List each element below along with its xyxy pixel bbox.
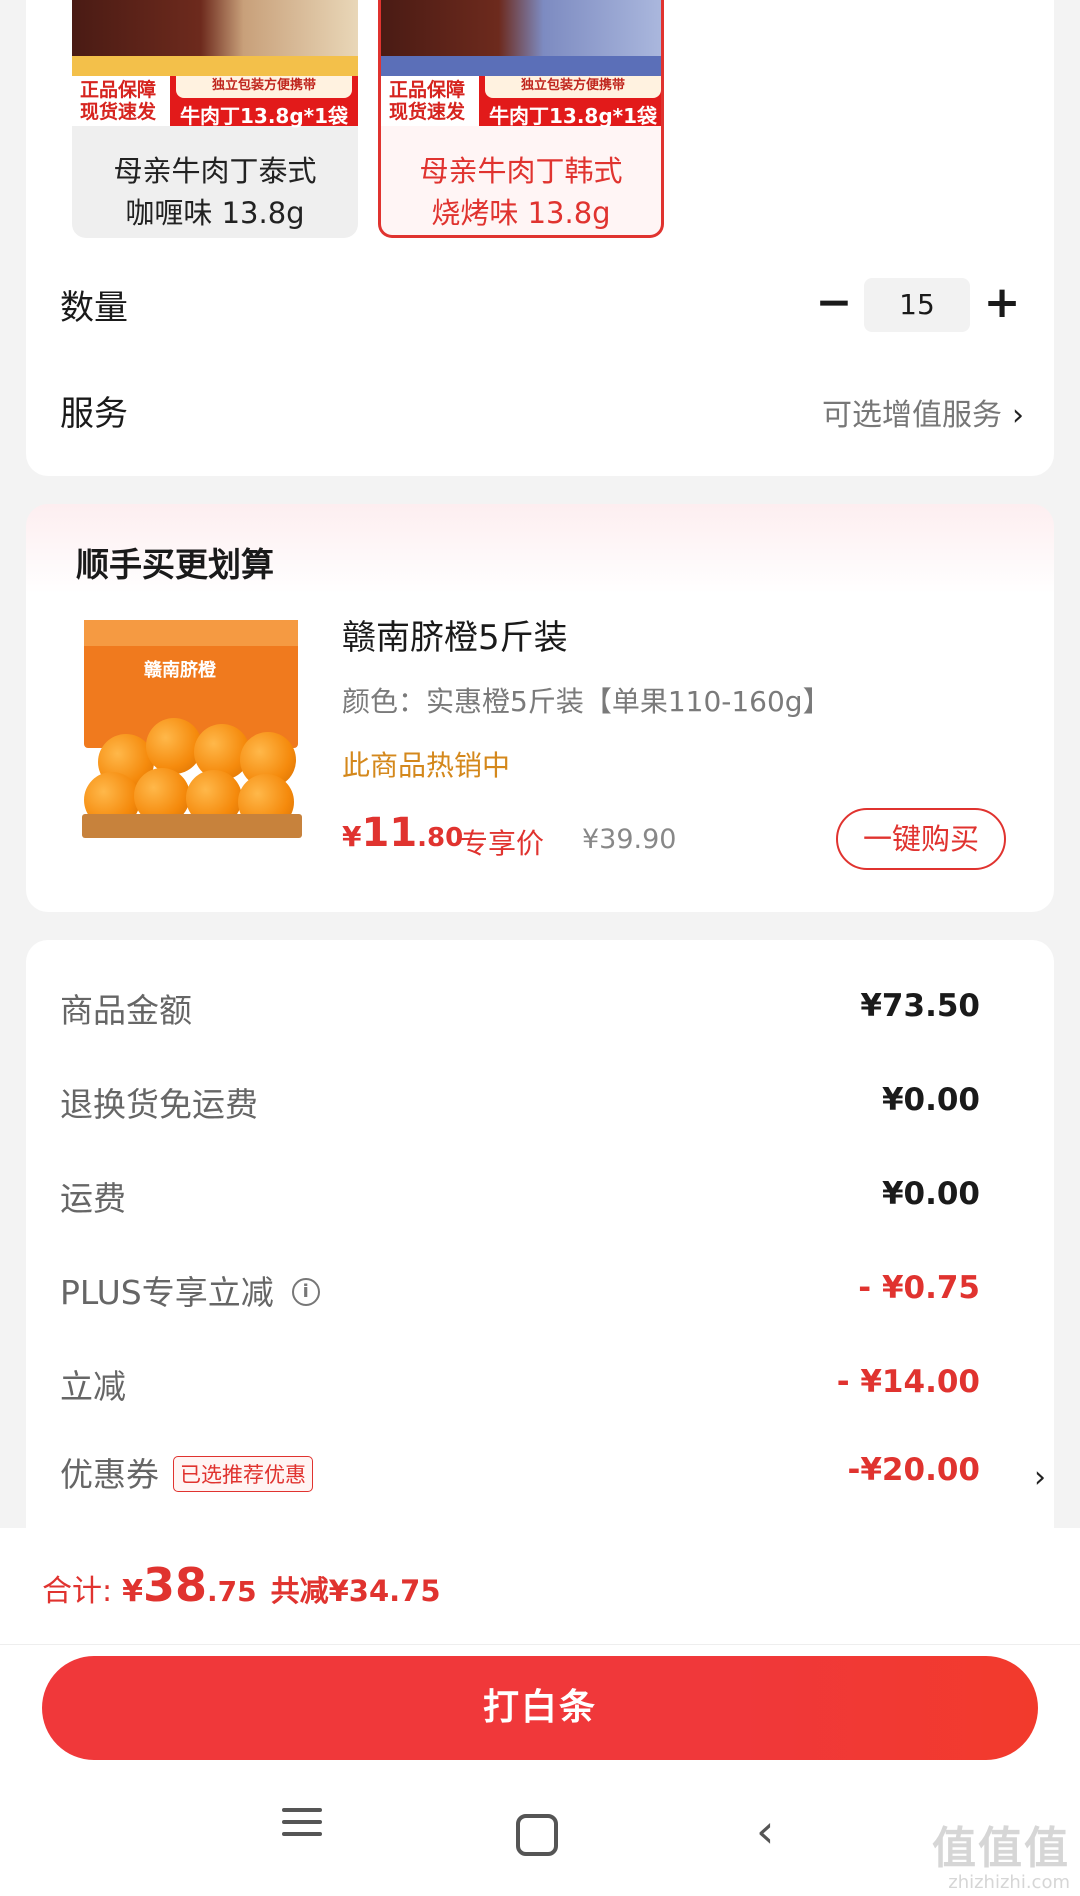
coupon-recommended-tag: 已选推荐优惠 bbox=[173, 1455, 313, 1492]
recommended-product-spec: 颜色：实惠橙5斤装【单果110-160g】 bbox=[342, 685, 831, 718]
recommended-product-name[interactable]: 赣南脐橙5斤装 bbox=[342, 610, 568, 659]
total-label: 合计: bbox=[42, 1574, 113, 1609]
quantity-decrease-button[interactable]: − bbox=[814, 280, 854, 330]
price-decimal: .80 bbox=[417, 823, 464, 853]
variant-name-line-2: 咖喱味 13.8g bbox=[125, 196, 305, 230]
recommendation-title: 顺手买更划算 bbox=[76, 545, 274, 584]
plus-discount-label: PLUS专享立减 bbox=[60, 1273, 274, 1312]
price-label: 优惠券 已选推荐优惠 bbox=[60, 1448, 313, 1496]
price-row-free-return: 退换货免运费 ¥0.00 bbox=[60, 1078, 980, 1128]
total-integer: 38 bbox=[142, 1558, 207, 1612]
spec-strip: 独立包装方便携带 牛肉丁13.8g*1袋 bbox=[170, 76, 358, 128]
variant-name: 母亲牛肉丁韩式 烧烤味 13.8g bbox=[381, 150, 661, 234]
quantity-increase-button[interactable]: + bbox=[982, 280, 1022, 330]
one-click-buy-button[interactable]: 一键购买 bbox=[836, 808, 1006, 870]
quantity-input[interactable]: 15 bbox=[864, 278, 970, 332]
price-symbol: ¥ bbox=[342, 820, 362, 853]
variant-thumbnail: 正品保障 现货速发 独立包装方便携带 牛肉丁13.8g*1袋 bbox=[381, 0, 661, 128]
price-label: PLUS专享立减 i bbox=[60, 1266, 320, 1314]
home-icon[interactable] bbox=[516, 1814, 558, 1856]
original-price: ¥39.90 bbox=[582, 824, 677, 855]
hot-selling-note: 此商品热销中 bbox=[342, 749, 511, 782]
quantity-label: 数量 bbox=[60, 288, 128, 328]
price-value: - ¥0.75 bbox=[858, 1270, 980, 1306]
chevron-right-icon: › bbox=[1012, 398, 1024, 433]
pack-note-text: 独立包装方便携带 bbox=[211, 78, 316, 93]
variant-name: 母亲牛肉丁泰式 咖喱味 13.8g bbox=[72, 150, 358, 234]
price-integer: 11 bbox=[361, 810, 418, 856]
service-label: 服务 bbox=[60, 394, 128, 434]
price-label: 立减 bbox=[60, 1367, 126, 1406]
service-selector[interactable]: 可选增值服务 › bbox=[822, 390, 1024, 434]
price-row-coupon[interactable]: 优惠券 已选推荐优惠 -¥20.00 bbox=[60, 1448, 980, 1498]
total-saving: 共减¥34.75 bbox=[270, 1574, 441, 1608]
price-label: 商品金额 bbox=[60, 991, 192, 1030]
price-value: -¥20.00 bbox=[847, 1452, 981, 1488]
spec-strip: 独立包装方便携带 牛肉丁13.8g*1袋 bbox=[479, 76, 661, 128]
variant-name-line-1: 母亲牛肉丁韩式 bbox=[419, 154, 623, 188]
pack-note-text: 独立包装方便携带 bbox=[520, 78, 625, 93]
price-value: ¥0.00 bbox=[881, 1176, 980, 1212]
variant-option-curry[interactable]: 正品保障 现货速发 独立包装方便携带 牛肉丁13.8g*1袋 母亲牛肉丁泰式 咖… bbox=[72, 0, 358, 238]
pay-with-baitiao-button[interactable]: 打白条 bbox=[42, 1656, 1038, 1760]
watermark-url: zhizhizhi.com bbox=[948, 1872, 1070, 1893]
price-label: 退换货免运费 bbox=[60, 1085, 258, 1124]
product-options-card: 正品保障 现货速发 独立包装方便携带 牛肉丁13.8g*1袋 母亲牛肉丁泰式 咖… bbox=[26, 0, 1054, 476]
recommendation-card: 顺手买更划算 赣南脐橙 赣南脐橙5斤装 颜色：实惠橙5斤装【单果110-160g… bbox=[26, 504, 1054, 912]
recommended-price: ¥11.80 bbox=[342, 810, 463, 856]
pack-note: 独立包装方便携带 bbox=[485, 76, 661, 98]
authentic-badge: 正品保障 现货速发 bbox=[381, 76, 479, 126]
authentic-badge: 正品保障 现货速发 bbox=[72, 76, 170, 126]
service-value-text: 可选增值服务 bbox=[822, 398, 1002, 433]
total-decimal: .75 bbox=[207, 1575, 257, 1608]
back-icon[interactable]: ‹ bbox=[756, 1808, 774, 1868]
spec-text: 牛肉丁13.8g*1袋 bbox=[180, 104, 349, 128]
price-row-shipping: 运费 ¥0.00 bbox=[60, 1172, 980, 1222]
price-value: ¥0.00 bbox=[881, 1082, 980, 1118]
variant-thumbnail: 正品保障 现货速发 独立包装方便携带 牛肉丁13.8g*1袋 bbox=[72, 0, 358, 128]
total-summary: 合计: ¥38.75 共减¥34.75 bbox=[42, 1558, 441, 1612]
info-icon[interactable]: i bbox=[291, 1277, 320, 1306]
photo-band bbox=[381, 56, 661, 76]
watermark-logo: 值值值 bbox=[932, 1823, 1070, 1874]
recent-apps-icon[interactable] bbox=[282, 1800, 322, 1860]
variant-option-bbq[interactable]: 正品保障 现货速发 独立包装方便携带 牛肉丁13.8g*1袋 母亲牛肉丁韩式 烧… bbox=[378, 0, 664, 238]
variant-name-line-1: 母亲牛肉丁泰式 bbox=[113, 154, 317, 188]
badge-line-1: 正品保障 bbox=[80, 79, 157, 101]
badge-line-2: 现货速发 bbox=[389, 101, 466, 123]
box-lid bbox=[84, 620, 298, 646]
exclusive-price-label: 专享价 bbox=[460, 827, 545, 860]
price-value: ¥73.50 bbox=[860, 988, 980, 1024]
price-value: - ¥14.00 bbox=[836, 1364, 980, 1400]
price-row-goods-amount: 商品金额 ¥73.50 bbox=[60, 984, 980, 1034]
total-symbol: ¥ bbox=[122, 1574, 143, 1609]
badge-line-2: 现货速发 bbox=[80, 101, 157, 123]
price-row-plus-discount: PLUS专享立减 i - ¥0.75 bbox=[60, 1266, 980, 1316]
price-details-card: 商品金额 ¥73.50 退换货免运费 ¥0.00 运费 ¥0.00 PLUS专享… bbox=[26, 940, 1054, 1560]
wooden-tray bbox=[82, 814, 302, 838]
divider bbox=[0, 1644, 1080, 1645]
coupon-label: 优惠券 bbox=[60, 1455, 159, 1494]
product-image[interactable]: 赣南脐橙 bbox=[74, 608, 310, 844]
spec-text: 牛肉丁13.8g*1袋 bbox=[489, 104, 658, 128]
watermark: 值值值 zhizhizhi.com bbox=[932, 1812, 1070, 1893]
box-label: 赣南脐橙 bbox=[144, 660, 216, 681]
price-label: 运费 bbox=[60, 1179, 126, 1218]
badge-line-1: 正品保障 bbox=[389, 79, 466, 101]
photo-band bbox=[72, 56, 358, 76]
variant-name-line-2: 烧烤味 13.8g bbox=[431, 196, 611, 230]
chevron-right-icon[interactable]: › bbox=[1034, 1460, 1046, 1495]
price-row-instant-discount: 立减 - ¥14.00 bbox=[60, 1360, 980, 1410]
pack-note: 独立包装方便携带 bbox=[176, 76, 352, 98]
